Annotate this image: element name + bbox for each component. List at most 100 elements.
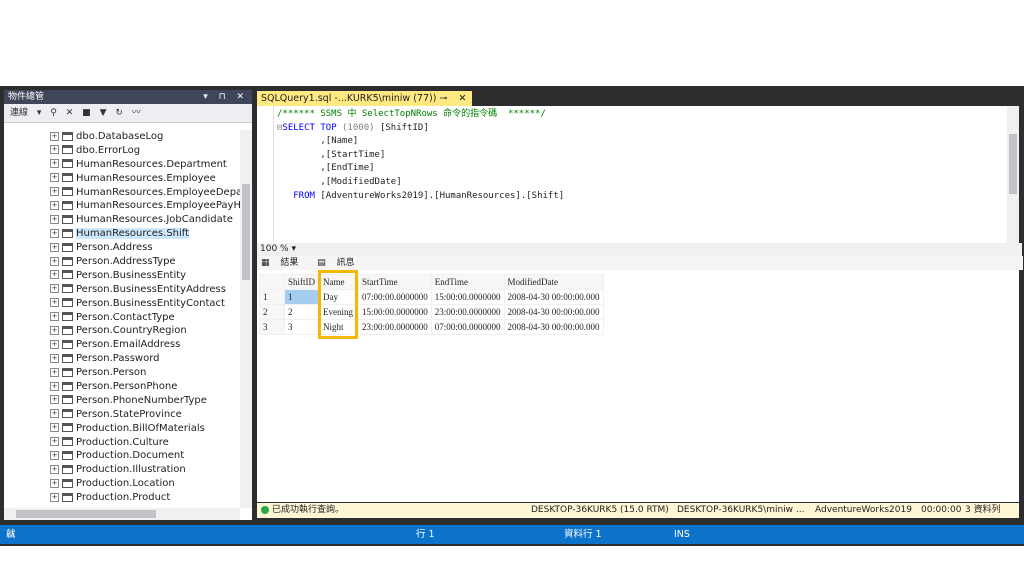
tree-item[interactable]: + HumanResources.Employee	[4, 172, 240, 186]
table-cell[interactable]: 23:00:00.0000000	[430, 304, 505, 320]
tree-item[interactable]: + Production.BillOfMaterials	[4, 422, 240, 436]
expand-icon[interactable]: +	[50, 270, 59, 280]
tree-item[interactable]: + Production.Illustration	[4, 463, 240, 477]
expand-icon[interactable]: +	[50, 284, 59, 294]
corner-cell[interactable]	[259, 274, 285, 290]
tree-item[interactable]: + Person.BusinessEntityContact	[4, 297, 240, 311]
tree-item[interactable]: + HumanResources.Department	[4, 158, 240, 172]
close-icon[interactable]: ✕	[458, 93, 466, 104]
table-cell[interactable]: 3	[284, 319, 320, 335]
tree-item[interactable]: + Person.Password	[4, 352, 240, 366]
tree-item[interactable]: + Person.Person	[4, 366, 240, 380]
scroll-thumb[interactable]	[242, 184, 250, 280]
activity-monitor-icon[interactable]: 〰	[132, 108, 141, 118]
table-cell[interactable]: 2008-04-30 00:00:00.000	[503, 289, 604, 305]
tree-item[interactable]: + HumanResources.EmployeePayHisto	[4, 199, 240, 213]
tree-item[interactable]: + Person.AddressType	[4, 255, 240, 269]
expand-icon[interactable]: +	[50, 353, 59, 363]
scroll-thumb[interactable]	[1009, 134, 1017, 194]
expand-icon[interactable]: +	[50, 200, 59, 210]
object-tree-vscroll[interactable]	[240, 130, 252, 508]
tree-item[interactable]: + dbo.DatabaseLog	[4, 130, 240, 144]
tree-item[interactable]: + Person.BusinessEntityAddress	[4, 283, 240, 297]
table-cell[interactable]: 2008-04-30 00:00:00.000	[503, 319, 604, 335]
panel-controls[interactable]: ▾ ⊓ ✕	[203, 90, 248, 104]
expand-icon[interactable]: +	[50, 159, 59, 169]
tree-item[interactable]: + HumanResources.JobCandidate	[4, 213, 240, 227]
expand-icon[interactable]: +	[50, 187, 59, 197]
query-status-bar: 已成功執行查詢。 DESKTOP-36KURK5 (15.0 RTM) DESK…	[257, 503, 1019, 518]
table-cell[interactable]: 07:00:00.0000000	[430, 319, 505, 335]
table-cell[interactable]: 07:00:00.0000000	[358, 289, 432, 305]
row-number[interactable]: 3	[259, 319, 285, 335]
tree-item[interactable]: + dbo.ErrorLog	[4, 144, 240, 158]
expand-icon[interactable]: +	[50, 339, 59, 349]
expand-icon[interactable]: +	[50, 478, 59, 488]
tab-messages[interactable]: ▤ 訊息	[317, 258, 362, 268]
expand-icon[interactable]: +	[50, 464, 59, 474]
expand-icon[interactable]: +	[50, 381, 59, 391]
object-tree-hscroll[interactable]	[4, 508, 240, 520]
query-success: 已成功執行查詢。	[261, 503, 344, 518]
expand-icon[interactable]: +	[50, 242, 59, 252]
expand-icon[interactable]: +	[50, 367, 59, 377]
editor-vscroll[interactable]	[1007, 106, 1019, 243]
connect-button[interactable]: 連線 ▾	[10, 108, 41, 118]
tree-item[interactable]: + Person.CountryRegion	[4, 324, 240, 338]
expand-icon[interactable]: +	[50, 256, 59, 266]
pin-icon[interactable]: ⊸	[439, 93, 447, 104]
filter-icon[interactable]: ▼	[100, 108, 107, 118]
expand-icon[interactable]: +	[50, 325, 59, 335]
tree-item[interactable]: + Person.ContactType	[4, 311, 240, 325]
tree-item[interactable]: + Person.PersonPhone	[4, 380, 240, 394]
table-cell[interactable]: 23:00:00.0000000	[358, 319, 432, 335]
expand-icon[interactable]: +	[50, 395, 59, 405]
table-cell[interactable]: 15:00:00.0000000	[358, 304, 432, 320]
column-header[interactable]: ModifiedDate	[503, 274, 604, 290]
column-header[interactable]: ShiftID	[284, 274, 320, 290]
table-cell[interactable]: 2	[284, 304, 320, 320]
expand-icon[interactable]: +	[50, 228, 59, 238]
tree-item[interactable]: + HumanResources.EmployeeDepartm	[4, 186, 240, 200]
query-editor[interactable]: /****** SSMS 中 SelectTopNRows 命令的指令碼 ***…	[257, 106, 1019, 243]
tree-item[interactable]: + Person.PhoneNumberType	[4, 394, 240, 408]
connect-icon[interactable]: ⚲	[50, 108, 57, 118]
expand-icon[interactable]: +	[50, 214, 59, 224]
tree-item[interactable]: + Person.BusinessEntity	[4, 269, 240, 283]
column-header[interactable]: EndTime	[430, 274, 505, 290]
refresh-icon[interactable]: ↻	[115, 108, 123, 118]
table-cell[interactable]: 2008-04-30 00:00:00.000	[503, 304, 604, 320]
expand-icon[interactable]: +	[50, 145, 59, 155]
tree-item[interactable]: + HumanResources.Shift	[4, 227, 240, 241]
tree-item[interactable]: + Production.Culture	[4, 436, 240, 450]
expand-icon[interactable]: +	[50, 437, 59, 447]
row-number[interactable]: 1	[259, 289, 285, 305]
tree-item[interactable]: + Person.EmailAddress	[4, 338, 240, 352]
tab-sqlquery1[interactable]: SQLQuery1.sql -...KURK5\miniw (77)) ⊸ ✕	[257, 91, 473, 106]
expand-icon[interactable]: +	[50, 423, 59, 433]
tree-item[interactable]: + Person.Address	[4, 241, 240, 255]
disconnect-icon[interactable]: ✕	[66, 108, 74, 118]
zoom-select[interactable]: 100 % ▾	[260, 244, 296, 254]
table-cell[interactable]: 15:00:00.0000000	[430, 289, 505, 305]
expand-icon[interactable]: +	[50, 312, 59, 322]
scroll-thumb[interactable]	[16, 510, 156, 518]
expand-icon[interactable]: +	[50, 298, 59, 308]
expand-icon[interactable]: +	[50, 409, 59, 419]
sql-code[interactable]: /****** SSMS 中 SelectTopNRows 命令的指令碼 ***…	[277, 108, 564, 203]
expand-icon[interactable]: +	[50, 450, 59, 460]
tree-item[interactable]: + Production.Document	[4, 449, 240, 463]
column-header[interactable]: StartTime	[358, 274, 432, 290]
tree-item-label: Production.Culture	[76, 436, 169, 448]
table-cell[interactable]: 1	[284, 289, 320, 305]
tree-item[interactable]: + Production.Product	[4, 491, 240, 505]
stop-icon[interactable]: ■	[82, 108, 91, 118]
row-number[interactable]: 2	[259, 304, 285, 320]
expand-icon[interactable]: +	[50, 173, 59, 183]
tree-item[interactable]: + Production.Location	[4, 477, 240, 491]
expand-icon[interactable]: +	[50, 131, 59, 141]
editor-gutter	[257, 106, 274, 243]
expand-icon[interactable]: +	[50, 492, 59, 502]
tree-item[interactable]: + Person.StateProvince	[4, 408, 240, 422]
tab-results[interactable]: ▦ 結果	[261, 258, 306, 268]
